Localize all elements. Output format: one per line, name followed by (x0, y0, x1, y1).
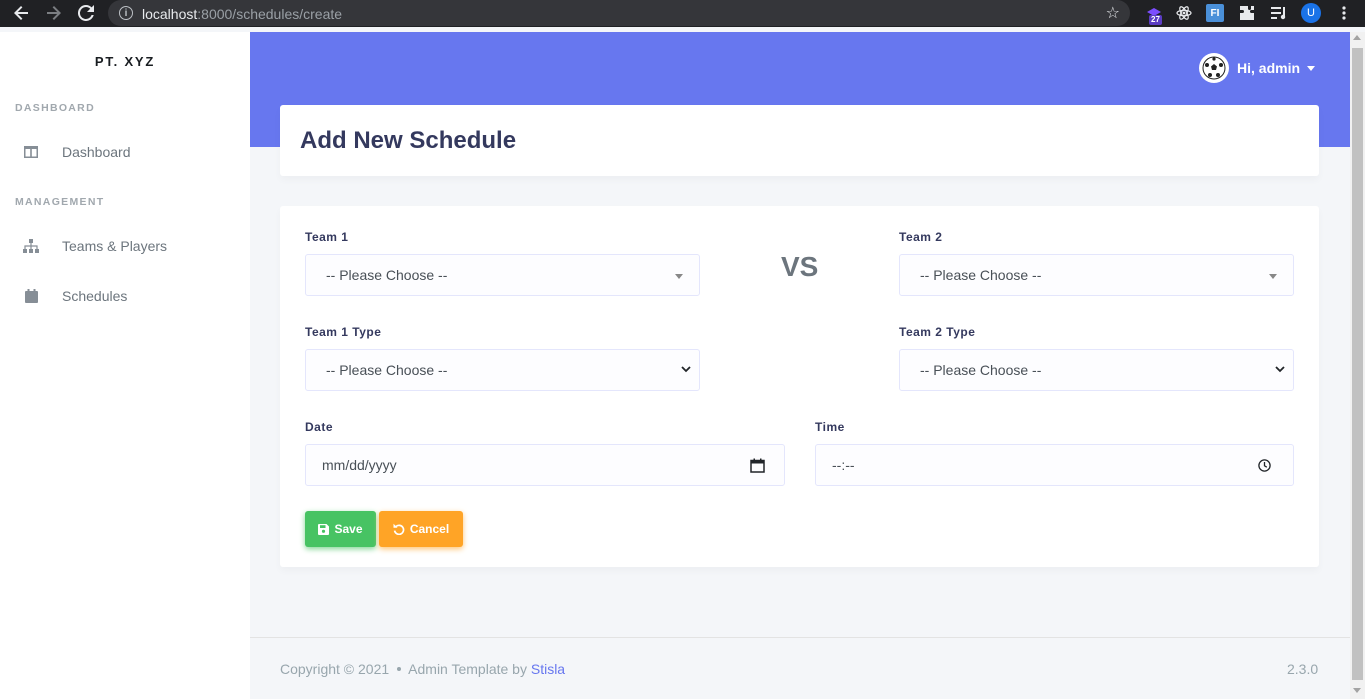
chevron-down-icon (1275, 363, 1285, 377)
browser-menu-icon[interactable] (1335, 4, 1353, 22)
extensions-puzzle-icon[interactable] (1238, 4, 1256, 22)
footer-copyright: Copyright © 2021 Admin Template by Stisla (280, 661, 565, 677)
save-icon (318, 523, 330, 535)
vs-label: VS (781, 251, 819, 282)
scroll-up-icon[interactable] (1353, 35, 1361, 40)
site-info-icon[interactable]: i (119, 6, 133, 20)
menu-header-management: MANAGEMENT (15, 196, 105, 208)
cancel-button-label: Cancel (409, 522, 450, 536)
date-input[interactable]: mm/dd/yyyy (305, 444, 785, 486)
footer-divider (250, 637, 1350, 638)
sidebar-item-label: Schedules (62, 288, 128, 304)
brand-title[interactable]: PT. XYZ (0, 54, 250, 69)
clock-icon[interactable] (1258, 459, 1273, 474)
team2-type-select[interactable]: -- Please Choose -- (899, 349, 1294, 391)
time-input[interactable]: --:-- (815, 444, 1294, 486)
team2-type-label: Team 2 Type (899, 325, 976, 339)
stisla-link[interactable]: Stisla (531, 661, 565, 677)
chevron-down-icon (1269, 274, 1277, 279)
scroll-down-icon[interactable] (1353, 688, 1361, 693)
date-label: Date (305, 420, 334, 434)
caret-down-icon (1307, 65, 1316, 71)
profile-avatar[interactable]: U (1301, 3, 1321, 23)
team2-type-select-value: -- Please Choose -- (920, 362, 1042, 378)
team1-type-select-value: -- Please Choose -- (326, 362, 448, 378)
calendar-picker-icon[interactable] (750, 458, 765, 473)
react-devtools-icon[interactable] (1175, 4, 1193, 22)
sidebar: PT. XYZ DASHBOARD Dashboard MANAGEMENT T… (0, 32, 250, 699)
copyright-text: Copyright © 2021 (280, 661, 390, 677)
sidebar-item-label: Teams & Players (62, 238, 168, 254)
sidebar-item-label: Dashboard (62, 144, 131, 160)
section-header: Add New Schedule (280, 105, 1319, 176)
menu-header-dashboard: DASHBOARD (15, 102, 95, 114)
team2-select[interactable]: -- Please Choose -- (899, 254, 1294, 296)
user-greeting: Hi, admin (1237, 60, 1301, 76)
date-placeholder: mm/dd/yyyy (322, 457, 397, 473)
time-label: Time (815, 420, 845, 434)
sidebar-item-schedules[interactable]: Schedules (0, 276, 250, 316)
extension-badge: 27 (1149, 15, 1162, 25)
calendar-icon (22, 287, 40, 305)
page-title: Add New Schedule (300, 127, 517, 154)
sidebar-item-dashboard[interactable]: Dashboard (0, 132, 250, 172)
team1-select[interactable]: -- Please Choose -- (305, 254, 700, 296)
cancel-button[interactable]: Cancel (379, 511, 463, 547)
save-button-label: Save (334, 522, 363, 536)
team2-label: Team 2 (899, 230, 943, 244)
scrollbar-thumb[interactable] (1352, 48, 1363, 680)
extension-fl-icon[interactable]: FI (1206, 4, 1224, 22)
time-placeholder: --:-- (832, 457, 855, 473)
user-dropdown[interactable]: Hi, admin (1199, 53, 1316, 83)
team2-select-value: -- Please Choose -- (920, 267, 1042, 283)
template-text: Admin Template by (408, 661, 527, 677)
team1-label: Team 1 (305, 230, 349, 244)
footer-version: 2.3.0 (1287, 661, 1319, 677)
save-button[interactable]: Save (305, 511, 376, 547)
browser-toolbar: i localhost:8000/schedules/create ☆ 27 F… (0, 0, 1365, 27)
team1-type-label: Team 1 Type (305, 325, 382, 339)
columns-icon (22, 143, 40, 161)
address-bar[interactable]: i localhost:8000/schedules/create ☆ (108, 0, 1130, 26)
chevron-down-icon (681, 363, 691, 377)
sitemap-icon (22, 237, 40, 255)
team1-select-value: -- Please Choose -- (326, 267, 448, 283)
bullet-separator (397, 667, 402, 671)
sidebar-item-teams-players[interactable]: Teams & Players (0, 226, 250, 266)
forward-icon[interactable] (42, 1, 66, 25)
undo-icon (393, 523, 405, 535)
chevron-down-icon (675, 274, 683, 279)
reload-icon[interactable] (74, 1, 98, 25)
url-text: localhost:8000/schedules/create (142, 6, 343, 22)
team1-type-select[interactable]: -- Please Choose -- (305, 349, 700, 391)
avatar (1199, 53, 1229, 83)
back-icon[interactable] (9, 1, 33, 25)
media-playlist-icon[interactable] (1270, 4, 1288, 22)
bookmark-star-icon[interactable]: ☆ (1106, 3, 1120, 23)
